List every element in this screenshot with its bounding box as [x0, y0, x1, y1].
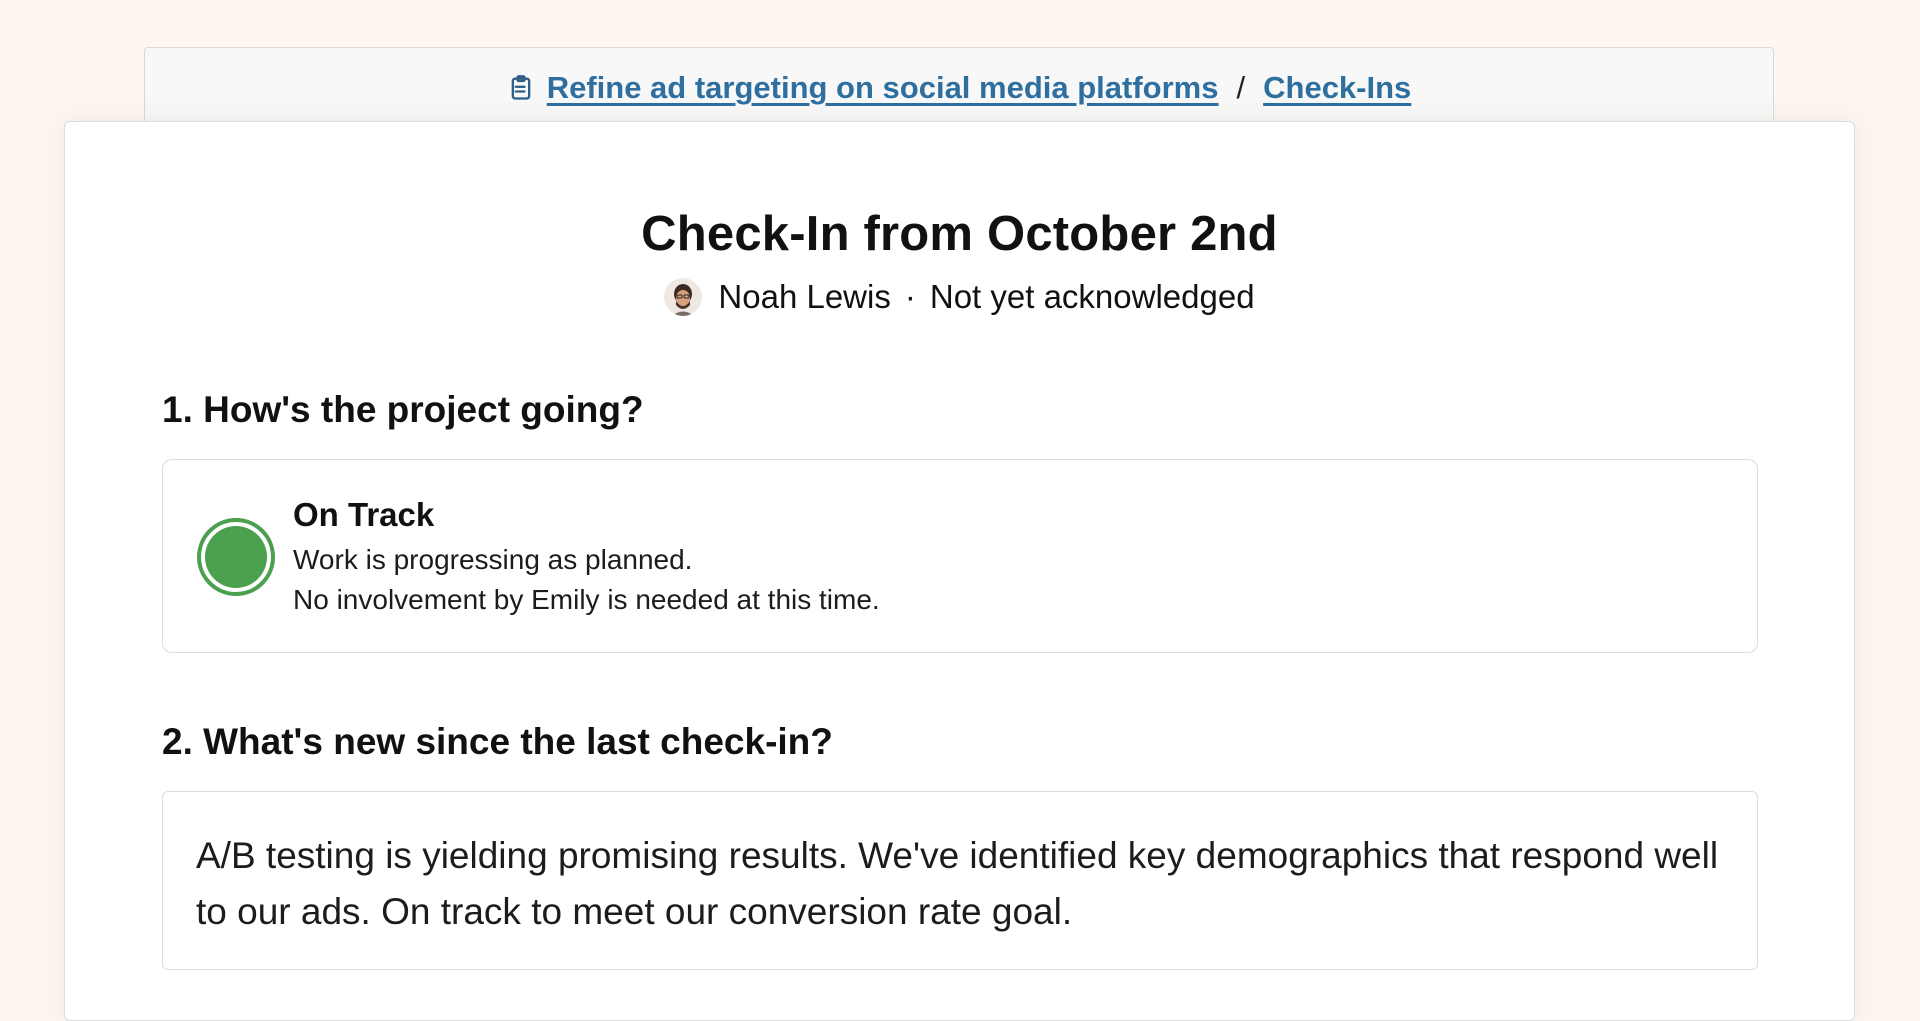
question-2-answer: A/B testing is yielding promising result… [162, 791, 1758, 970]
page-title: Check-In from October 2nd [641, 207, 1278, 261]
meta-separator: · [904, 278, 916, 315]
breadcrumb-separator: / [1236, 70, 1246, 105]
breadcrumb-checkins-link[interactable]: Check-Ins [1263, 70, 1411, 106]
project-status-box: On Track Work is progressing as planned.… [162, 459, 1758, 653]
question-2-heading: 2. What's new since the last check-in? [162, 721, 833, 762]
avatar [664, 278, 703, 316]
breadcrumb-project-link[interactable]: Refine ad targeting on social media plat… [547, 70, 1219, 106]
status-description-line-2: No involvement by Emily is needed at thi… [293, 584, 880, 615]
status-circle-icon [196, 517, 276, 597]
status-label: On Track [293, 496, 435, 533]
checkin-card: Check-In from October 2nd Noah Lewis · N… [64, 121, 1855, 1021]
checkin-meta: Noah Lewis · Not yet acknowledged [65, 278, 1854, 316]
author-name: Noah Lewis [718, 278, 891, 315]
acknowledgement-status: Not yet acknowledged [929, 278, 1255, 315]
breadcrumb-row: Refine ad targeting on social media plat… [507, 70, 1411, 106]
clipboard-icon [507, 74, 535, 102]
question-1-heading: 1. How's the project going? [162, 389, 644, 430]
status-description-line-1: Work is progressing as planned. [293, 544, 693, 575]
